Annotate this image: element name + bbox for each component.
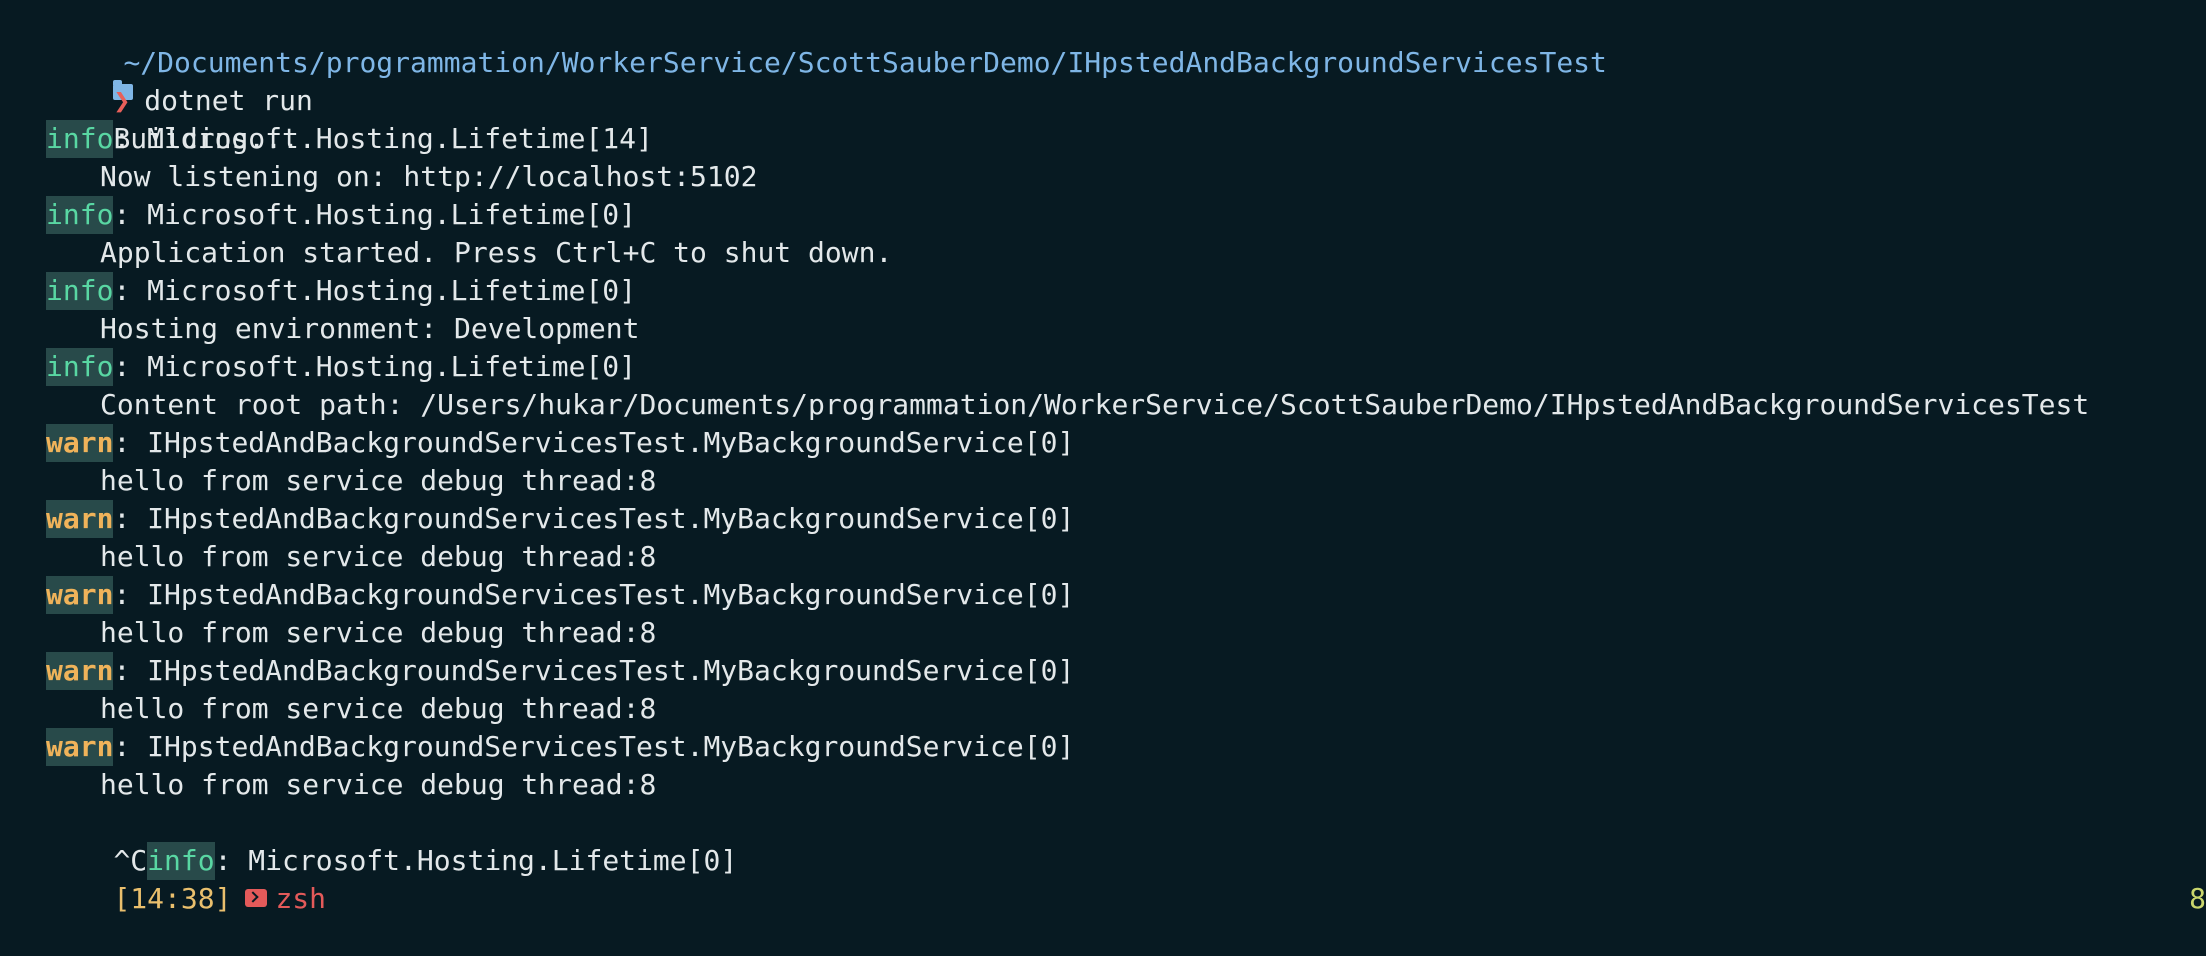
- log-entry-message: hello from service debug thread:8: [0, 462, 2206, 500]
- log-source: : IHpstedAndBackgroundServicesTest.MyBac…: [113, 426, 1075, 459]
- log-source: : Microsoft.Hosting.Lifetime[0]: [113, 274, 637, 307]
- command-line[interactable]: ❯ dotnet run: [0, 44, 2206, 138]
- log-entry-header: warn: IHpstedAndBackgroundServicesTest.M…: [0, 500, 2206, 538]
- log-entry-header: warn: IHpstedAndBackgroundServicesTest.M…: [0, 424, 2206, 462]
- log-message: hello from service debug thread:8: [100, 540, 657, 573]
- log-entry-header: warn: IHpstedAndBackgroundServicesTest.M…: [0, 728, 2206, 766]
- log-entry-message: Content root path: /Users/hukar/Document…: [0, 386, 2206, 424]
- log-level-tag: info: [46, 348, 114, 386]
- log-message: hello from service debug thread:8: [100, 616, 657, 649]
- log-source: : Microsoft.Hosting.Lifetime[0]: [113, 198, 637, 231]
- shell-name: zsh: [275, 882, 327, 915]
- log-source: : IHpstedAndBackgroundServicesTest.MyBac…: [113, 578, 1075, 611]
- log-entry-header: info: Microsoft.Hosting.Lifetime[0]: [0, 196, 2206, 234]
- prompt-time: [14:38]: [113, 882, 232, 915]
- log-source: : IHpstedAndBackgroundServicesTest.MyBac…: [113, 730, 1075, 763]
- log-level-tag: info: [46, 272, 114, 310]
- log-message: hello from service debug thread:8: [100, 464, 657, 497]
- output-line: Building...: [0, 82, 2206, 155]
- log-source: : Microsoft.Hosting.Lifetime[14]: [113, 122, 653, 155]
- log-entries: info: Microsoft.Hosting.Lifetime[14] Now …: [0, 120, 2206, 804]
- log-entry-header: warn: IHpstedAndBackgroundServicesTest.M…: [0, 652, 2206, 690]
- log-level-tag: warn: [46, 728, 114, 766]
- log-level-tag: info: [46, 196, 114, 234]
- log-level-tag: info: [46, 120, 114, 158]
- log-level-tag: warn: [46, 652, 114, 690]
- interrupt-line: ^Cinfo: Microsoft.Hosting.Lifetime[0]: [0, 804, 2206, 880]
- log-message: Hosting environment: Development: [100, 312, 640, 345]
- log-entry-header: info: Microsoft.Hosting.Lifetime[0]: [0, 272, 2206, 310]
- log-level-tag: warn: [46, 576, 114, 614]
- log-message: Now listening on: http://localhost:5102: [100, 160, 758, 193]
- log-entry-message: hello from service debug thread:8: [0, 538, 2206, 576]
- log-message: Application started. Press Ctrl+C to shu…: [100, 236, 893, 269]
- log-level-tag: warn: [46, 424, 114, 462]
- log-message: Content root path: /Users/hukar/Document…: [100, 388, 2090, 421]
- log-entry-header: info: Microsoft.Hosting.Lifetime[0]: [0, 348, 2206, 386]
- log-entry-message: hello from service debug thread:8: [0, 690, 2206, 728]
- cwd-line: ~/Documents/programmation/WorkerService/…: [0, 6, 2206, 100]
- log-entry-message: Application started. Press Ctrl+C to shu…: [0, 234, 2206, 272]
- log-entry-header: warn: IHpstedAndBackgroundServicesTest.M…: [0, 576, 2206, 614]
- log-source: : IHpstedAndBackgroundServicesTest.MyBac…: [113, 502, 1075, 535]
- log-entry-message: hello from service debug thread:8: [0, 766, 2206, 804]
- log-message: hello from service debug thread:8: [100, 692, 657, 725]
- log-entry-message: hello from service debug thread:8: [0, 614, 2206, 652]
- log-entry-header: info: Microsoft.Hosting.Lifetime[14]: [0, 120, 2206, 158]
- log-entry-message: Hosting environment: Development: [0, 310, 2206, 348]
- log-entry-message: Now listening on: http://localhost:5102: [0, 158, 2206, 196]
- log-level-tag: warn: [46, 500, 114, 538]
- log-source: : IHpstedAndBackgroundServicesTest.MyBac…: [113, 654, 1075, 687]
- terminal-icon: [245, 889, 268, 907]
- terminal-window[interactable]: ~/Documents/programmation/WorkerService/…: [0, 6, 2206, 915]
- status-line: [14:38] zsh 8: [0, 842, 2206, 915]
- log-message: hello from service debug thread:8: [100, 768, 657, 801]
- log-source: : Microsoft.Hosting.Lifetime[0]: [113, 350, 637, 383]
